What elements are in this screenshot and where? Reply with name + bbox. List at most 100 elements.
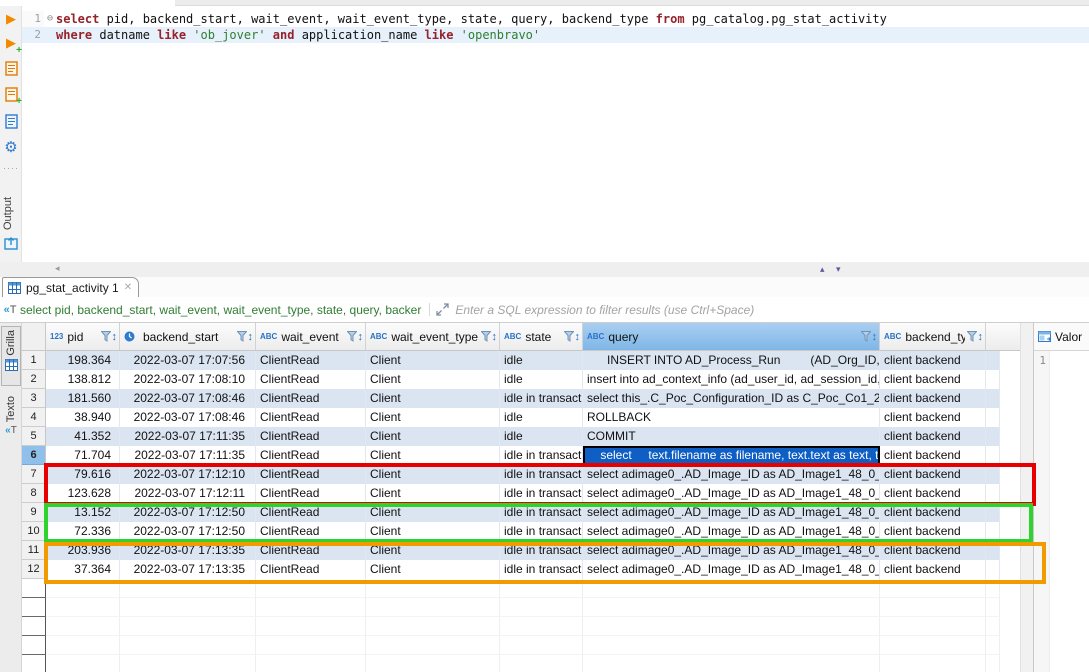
grid-cell[interactable]: idle in transact [500, 484, 583, 503]
grid-cell[interactable]: 2022-03-07 17:13:35 [120, 541, 256, 560]
row-number[interactable]: 4 [22, 408, 46, 427]
grid-cell[interactable] [366, 636, 500, 655]
grid-cell[interactable] [583, 617, 880, 636]
grid-cell[interactable]: ClientRead [256, 541, 366, 560]
row-number[interactable] [22, 636, 46, 655]
grid-cell[interactable]: 138.812 [46, 370, 120, 389]
grid-cell[interactable] [880, 617, 986, 636]
output-panel-tab[interactable]: Output [2, 178, 20, 230]
code-line[interactable]: 2where datname like 'ob_jover' and appli… [22, 27, 1089, 43]
hscroll-left-arrow-icon[interactable]: ◂ [55, 263, 60, 274]
grid-cell-extra[interactable] [986, 541, 1000, 560]
column-filter-sort-icons[interactable]: ↕ [967, 331, 984, 343]
grid-cell[interactable] [583, 655, 880, 672]
code-line[interactable]: 1⊖select pid, backend_start, wait_event,… [22, 11, 1089, 27]
grid-cell[interactable] [986, 655, 1000, 672]
execute-script-new-tab-button[interactable]: + [0, 85, 22, 105]
grid-cell[interactable]: client backend [880, 427, 986, 446]
grid-cell[interactable]: ClientRead [256, 503, 366, 522]
grid-corner-cell[interactable] [22, 323, 46, 350]
column-header-backend_start[interactable]: backend_start↕ [120, 323, 256, 350]
grid-cell[interactable]: 79.616 [46, 465, 120, 484]
grid-cell[interactable]: Client [366, 522, 500, 541]
grid-cell[interactable] [880, 655, 986, 672]
grid-cell[interactable]: 2022-03-07 17:12:11 [120, 484, 256, 503]
grid-cell[interactable]: ClientRead [256, 560, 366, 579]
grid-cell[interactable]: idle in transact [500, 560, 583, 579]
grid-cell[interactable]: 41.352 [46, 427, 120, 446]
grid-cell[interactable]: ClientRead [256, 370, 366, 389]
column-filter-sort-icons[interactable]: ↕ [347, 331, 364, 343]
grid-cell[interactable]: select adimage0_.AD_Image_ID as AD_Image… [583, 560, 880, 579]
grid-cell[interactable] [256, 617, 366, 636]
grid-cell[interactable]: client backend [880, 484, 986, 503]
grid-cell[interactable]: insert into ad_context_info (ad_user_id,… [583, 370, 880, 389]
grid-cell[interactable] [120, 636, 256, 655]
grid-cell[interactable]: client backend [880, 351, 986, 370]
column-header-pid[interactable]: 123pid↕ [46, 323, 120, 350]
grid-cell[interactable]: idle [500, 370, 583, 389]
grid-cell[interactable]: Client [366, 465, 500, 484]
grid-cell[interactable] [500, 617, 583, 636]
sort-icon[interactable]: ↕ [112, 331, 118, 343]
grid-vertical-scrollbar[interactable] [1020, 323, 1033, 672]
grid-cell[interactable] [120, 579, 256, 598]
grid-cell[interactable]: select adimage0_.AD_Image_ID as AD_Image… [583, 465, 880, 484]
grid-cell[interactable]: select adimage0_.AD_Image_ID as AD_Image… [583, 484, 880, 503]
grid-cell-extra[interactable] [986, 427, 1000, 446]
grid-cell[interactable]: ClientRead [256, 408, 366, 427]
grid-cell[interactable]: 38.940 [46, 408, 120, 427]
grid-cell[interactable] [500, 636, 583, 655]
execute-statement-button[interactable]: ▶ [0, 10, 22, 30]
column-filter-sort-icons[interactable]: ↕ [101, 331, 118, 343]
row-number[interactable] [22, 598, 46, 617]
grid-cell[interactable]: 123.628 [46, 484, 120, 503]
grid-cell[interactable]: Client [366, 351, 500, 370]
grid-cell[interactable] [256, 655, 366, 672]
sort-icon[interactable]: ↕ [492, 331, 498, 343]
grid-cell[interactable]: client backend [880, 541, 986, 560]
grid-cell[interactable]: select adimage0_.AD_Image_ID as AD_Image… [583, 522, 880, 541]
sort-icon[interactable]: ↕ [978, 331, 984, 343]
row-number[interactable]: 3 [22, 389, 46, 408]
sql-editor[interactable]: 1⊖select pid, backend_start, wait_event,… [22, 6, 1089, 262]
grid-cell[interactable] [120, 617, 256, 636]
grid-cell[interactable]: ClientRead [256, 484, 366, 503]
grid-cell[interactable] [986, 579, 1000, 598]
grid-cell[interactable]: idle in transact [500, 503, 583, 522]
grid-cell[interactable]: ClientRead [256, 522, 366, 541]
grid-cell[interactable]: Client [366, 541, 500, 560]
grid-cell[interactable]: COMMIT [583, 427, 880, 446]
close-icon[interactable]: ✕ [124, 282, 132, 293]
grid-cell[interactable]: 203.936 [46, 541, 120, 560]
grid-cell[interactable]: select this_.C_Poc_Configuration_ID as C… [583, 389, 880, 408]
column-filter-sort-icons[interactable]: ↕ [861, 331, 878, 343]
grid-cell[interactable] [256, 579, 366, 598]
execute-new-tab-button[interactable]: ▶ + [0, 34, 22, 54]
execute-script-button[interactable] [0, 59, 22, 79]
filter-expression-input[interactable] [455, 299, 1089, 321]
grid-cell[interactable]: idle in transact [500, 541, 583, 560]
grid-cell-extra[interactable] [986, 389, 1000, 408]
grid-cell[interactable]: 198.364 [46, 351, 120, 370]
grid-cell[interactable]: ClientRead [256, 465, 366, 484]
grid-cell-extra[interactable] [986, 560, 1000, 579]
grid-cell[interactable]: idle in transact [500, 446, 583, 465]
grid-cell[interactable]: idle [500, 408, 583, 427]
grid-cell[interactable] [46, 655, 120, 672]
grid-cell[interactable]: 2022-03-07 17:08:10 [120, 370, 256, 389]
grid-cell[interactable]: client backend [880, 560, 986, 579]
grid-cell[interactable] [986, 636, 1000, 655]
grid-cell[interactable]: client backend [880, 522, 986, 541]
grid-cell[interactable]: 2022-03-07 17:07:56 [120, 351, 256, 370]
sort-icon[interactable]: ↕ [248, 331, 254, 343]
grid-cell[interactable] [120, 655, 256, 672]
row-number[interactable]: 1 [22, 351, 46, 370]
grid-cell[interactable]: client backend [880, 408, 986, 427]
column-filter-sort-icons[interactable]: ↕ [481, 331, 498, 343]
row-number[interactable]: 10 [22, 522, 46, 541]
grid-cell[interactable] [500, 598, 583, 617]
grid-cell-extra[interactable] [986, 351, 1000, 370]
results-grid[interactable]: 123pid↕backend_start↕ABCwait_event↕ABCwa… [22, 323, 1020, 672]
grid-cell[interactable]: INSERT INTO AD_Process_Run (AD_Org_ID, A… [583, 351, 880, 370]
